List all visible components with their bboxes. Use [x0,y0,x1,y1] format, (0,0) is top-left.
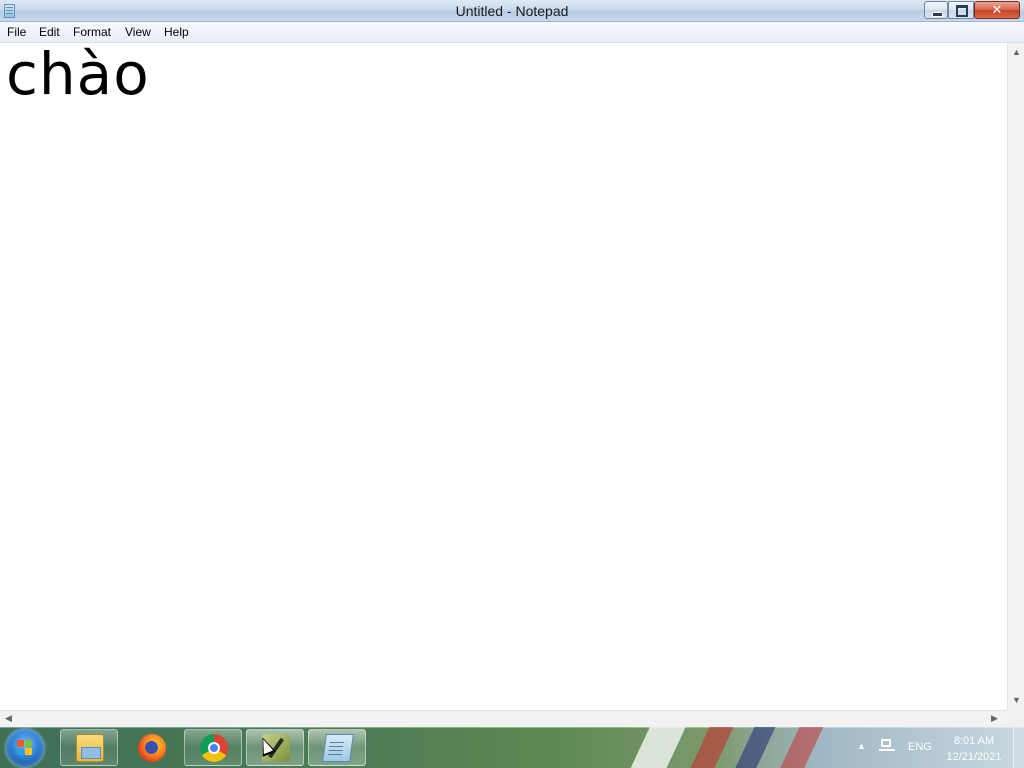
scrollbar-corner [1007,710,1024,727]
taskbar-tool-button[interactable] [246,729,304,766]
restore-icon [956,5,968,17]
menu-view[interactable]: View [124,25,152,39]
menu-format[interactable]: Format [72,25,112,39]
show-hidden-icons-icon[interactable]: ▲ [857,741,866,751]
clock-date: 12/21/2021 [946,751,1002,763]
title-bar[interactable]: Untitled - Notepad ✕ [0,0,1024,22]
language-indicator[interactable]: ENG [908,741,932,753]
show-desktop-button[interactable] [1013,728,1024,768]
horizontal-scrollbar[interactable]: ◀ ▶ [0,710,1007,727]
scroll-down-icon[interactable]: ▼ [1012,696,1021,705]
firefox-icon [138,734,166,762]
network-icon[interactable] [879,739,895,753]
taskbar-chrome-button[interactable] [184,729,242,766]
chrome-icon [200,734,228,762]
taskbar [0,727,1024,768]
taskbar-notepad-button[interactable] [308,729,366,766]
minimize-button[interactable] [924,1,948,19]
text-editor-area[interactable]: chào [0,40,1007,710]
menu-edit[interactable]: Edit [38,25,61,39]
editor-content[interactable]: chào [6,40,150,108]
folder-icon [76,734,104,762]
system-clock[interactable]: 8:01 AM 12/21/2021 [936,733,1012,765]
wallpaper-fragment [590,727,870,768]
taskbar-firefox-button[interactable] [122,729,180,766]
close-button[interactable]: ✕ [974,1,1020,19]
notepad-icon [322,734,354,762]
scroll-right-icon[interactable]: ▶ [991,714,998,723]
vertical-scrollbar[interactable]: ▲ ▼ [1007,43,1024,710]
close-icon: ✕ [991,2,1003,17]
menu-bar: File Edit Format View Help [0,22,1024,43]
menu-file[interactable]: File [6,25,27,39]
clock-time: 8:01 AM [953,735,995,747]
menu-help[interactable]: Help [163,25,190,39]
windows-logo-icon [17,740,33,756]
maximize-button[interactable] [948,1,974,19]
taskbar-explorer-button[interactable] [60,729,118,766]
scroll-up-icon[interactable]: ▲ [1012,48,1021,57]
scroll-left-icon[interactable]: ◀ [5,714,12,723]
window-title: Untitled - Notepad [455,3,569,19]
start-button[interactable] [6,729,44,767]
minimize-icon [932,12,943,17]
